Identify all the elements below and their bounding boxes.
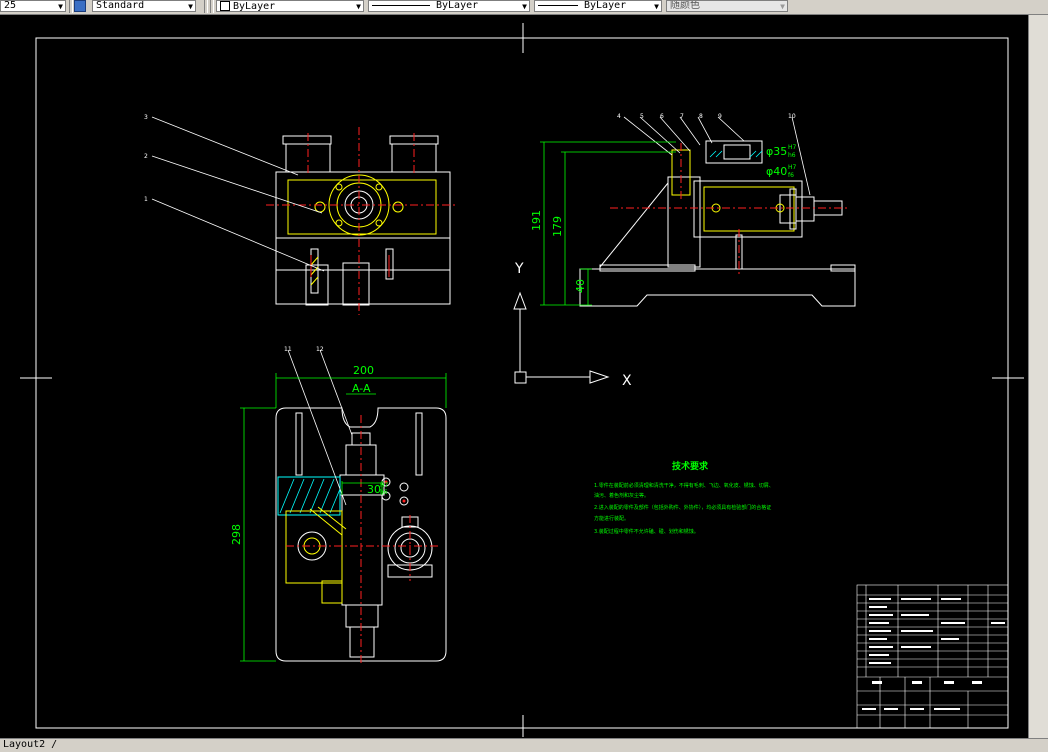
chevron-down-icon: ▼ [188, 2, 193, 11]
cad-drawing[interactable]: 3 2 1 4 5 6 7 8 9 10 191 179 40 φ35 H7 h… [0, 15, 1028, 738]
plotstyle-select[interactable]: 随颜色 ▼ [666, 0, 788, 12]
section-view [275, 407, 447, 665]
linetype-select[interactable]: ByLayer ▼ [368, 0, 530, 12]
notes-line-3: 2.进入装配的零件及部件（包括外购件、外协件），均必须具有检验部门的合格证 [594, 504, 771, 511]
chevron-down-icon: ▼ [780, 2, 785, 11]
dim-40: 40 [574, 279, 587, 293]
toolbar-separator [204, 0, 208, 13]
properties-toolbar: 25 ▼ Standard ▼ ByLayer ▼ ByLayer ▼ ByLa… [0, 0, 1048, 15]
dim-30: 30 [367, 483, 381, 496]
dim-191: 191 [530, 210, 543, 231]
textstyle-value: Standard [96, 0, 145, 11]
part-label-7: 7 [680, 113, 684, 120]
part-label-2: 2 [144, 153, 148, 160]
linetype-sample-icon [372, 4, 430, 6]
lineweight-sample-icon [538, 4, 578, 6]
vertical-scrollbar[interactable] [1028, 15, 1048, 738]
toolbar-separator [69, 0, 73, 13]
side-view [579, 140, 856, 307]
axis-label-x: X [622, 373, 632, 389]
dim-179: 179 [551, 216, 564, 237]
title-block-text-marks [862, 598, 1005, 710]
notes-line-1: 1.零件在装配前必须清理和清洗干净，不得有毛刺、飞边、氧化皮、锈蚀、切屑、 [594, 482, 774, 489]
notes-title: 技术要求 [672, 460, 709, 472]
part-label-1: 1 [144, 196, 148, 203]
tab-layout2-label: Layout2 [3, 739, 46, 750]
part-label-6: 6 [660, 113, 664, 120]
dim-dia35: φ35 [766, 145, 787, 158]
part-label-5: 5 [640, 113, 644, 120]
dim-dia40: φ40 [766, 165, 787, 178]
dim-dia40-tol2: f6 [788, 172, 794, 179]
linetype-value: ByLayer [436, 0, 479, 11]
dimstyle-select[interactable]: 25 ▼ [0, 0, 66, 12]
part-label-11: 11 [284, 346, 292, 353]
color-select[interactable]: ByLayer ▼ [216, 0, 364, 12]
textstyle-select[interactable]: Standard ▼ [92, 0, 196, 12]
chevron-down-icon: ▼ [58, 2, 63, 11]
part-label-12: 12 [316, 346, 324, 353]
leader-lines-front [151, 116, 325, 272]
front-view [266, 127, 455, 315]
dimstyle-value: 25 [4, 0, 17, 11]
lineweight-value: ByLayer [584, 0, 627, 11]
part-label-3: 3 [144, 114, 148, 121]
chevron-down-icon: ▼ [654, 2, 659, 11]
part-label-10: 10 [788, 113, 796, 120]
chevron-down-icon: ▼ [522, 2, 527, 11]
color-swatch-icon [220, 1, 230, 11]
dim-dia35-tol2: h6 [788, 152, 796, 159]
tab-layout2[interactable]: Layout2 / [3, 739, 57, 751]
section-label-a-a: A-A [352, 382, 371, 395]
color-value: ByLayer [233, 1, 276, 12]
part-label-4: 4 [617, 113, 621, 120]
dim-30-tol: H7 [380, 482, 389, 489]
layout-tab-bar: Layout2 / [0, 738, 1048, 752]
dim-200: 200 [353, 364, 374, 377]
drawing-canvas[interactable]: 3 2 1 4 5 6 7 8 9 10 191 179 40 φ35 H7 h… [0, 15, 1028, 738]
dim-30-tol2: h6 [380, 489, 388, 496]
notes-line-2: 油污、着色剂和灰尘等。 [594, 492, 649, 499]
toolbar-separator [210, 0, 214, 13]
plotstyle-value: 随颜色 [670, 0, 700, 11]
text-style-icon[interactable] [74, 0, 86, 12]
dim-dia35-tol: H7 [788, 144, 797, 151]
dim-298: 298 [230, 524, 243, 545]
part-label-9: 9 [718, 113, 722, 120]
axis-label-y: Y [514, 261, 524, 277]
notes-line-5: 3.装配过程中零件不允许磕、碰、划伤和锈蚀。 [594, 528, 699, 535]
chevron-down-icon: ▼ [356, 2, 361, 11]
dim-dia40-tol: H7 [788, 164, 797, 171]
notes-line-4: 方能进行装配。 [594, 515, 629, 522]
lineweight-select[interactable]: ByLayer ▼ [534, 0, 662, 12]
part-label-8: 8 [699, 113, 703, 120]
